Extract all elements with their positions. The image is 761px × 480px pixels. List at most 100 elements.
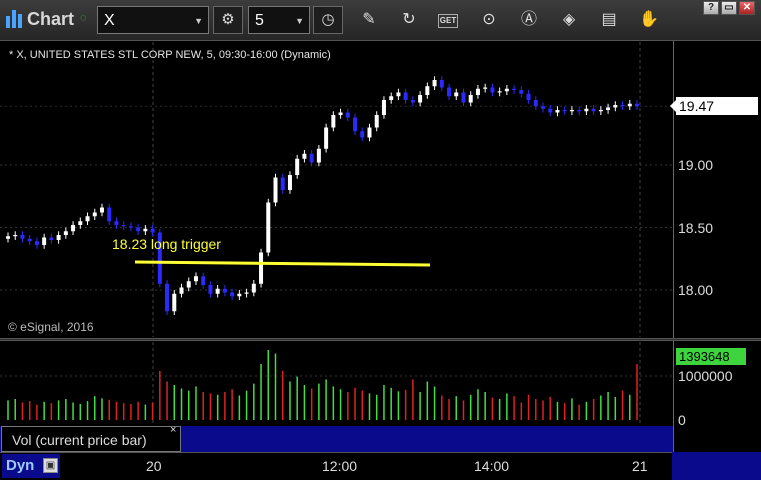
- candle-body: [475, 88, 480, 95]
- candle-body: [584, 108, 589, 112]
- candle-body: [143, 228, 148, 232]
- candle-body: [324, 127, 329, 149]
- y-tick-label: 19.00: [678, 157, 714, 173]
- candle-body: [490, 87, 495, 93]
- candle-body: [425, 86, 430, 95]
- candle-body: [526, 93, 531, 100]
- candle-body: [309, 153, 314, 163]
- candle-body: [381, 100, 386, 115]
- candle-body: [606, 107, 611, 110]
- candle-body: [396, 92, 401, 97]
- volume-study-label[interactable]: Vol (current price bar): [1, 426, 181, 452]
- candle-body: [20, 235, 25, 239]
- trigger-line: [134, 260, 431, 267]
- candle-body: [367, 127, 372, 138]
- candle-body: [627, 103, 632, 107]
- candle-body: [201, 276, 206, 285]
- candle-body: [316, 148, 321, 163]
- candle-body: [353, 117, 358, 132]
- candle-body: [136, 227, 141, 232]
- candle-body: [208, 285, 213, 294]
- dynamic-label: Dyn: [6, 457, 35, 474]
- y-tick-label: 18.00: [678, 282, 714, 298]
- candle-body: [63, 231, 68, 235]
- candle-body: [27, 238, 32, 242]
- candle-body: [237, 293, 242, 297]
- candle-body: [512, 88, 517, 90]
- candle-body: [389, 96, 394, 100]
- candle-body: [34, 241, 39, 245]
- candle-body: [42, 237, 47, 245]
- candle-body: [447, 87, 452, 97]
- candle-body: [497, 91, 502, 93]
- candle-body: [114, 221, 119, 225]
- candle-body: [128, 226, 133, 228]
- candle-body: [620, 105, 625, 107]
- candle-body: [454, 92, 459, 97]
- candle-body: [193, 276, 198, 282]
- candle-body: [49, 237, 54, 240]
- candle-body: [266, 202, 271, 253]
- trigger-annotation: 18.23 long trigger: [112, 236, 221, 252]
- candle-body: [186, 281, 191, 288]
- candle-body: [548, 108, 553, 113]
- symbol-description: * X, UNITED STATES STL CORP NEW, 5, 09:3…: [9, 49, 331, 61]
- x-tick-label: 12:00: [322, 458, 358, 474]
- candle-body: [374, 115, 379, 128]
- candle-body: [555, 110, 560, 113]
- candle-body: [483, 87, 488, 89]
- candle-body: [410, 100, 415, 103]
- candle-body: [562, 110, 567, 112]
- volume-tick-label: 1000000: [678, 368, 733, 384]
- candle-body: [504, 88, 509, 92]
- candle-body: [165, 283, 170, 312]
- last-volume-tag: 1393648: [676, 348, 746, 365]
- candle-body: [150, 228, 155, 233]
- candle-body: [432, 80, 437, 87]
- candle-body: [577, 110, 582, 112]
- candle-body: [461, 92, 466, 103]
- candle-body: [273, 177, 278, 203]
- candle-body: [259, 252, 264, 284]
- candle-body: [78, 221, 83, 225]
- last-price-tag: 19.47: [670, 97, 758, 115]
- axis-corner: [672, 452, 761, 480]
- candle-body: [172, 293, 177, 312]
- candle-body: [230, 292, 235, 297]
- candle-body: [287, 175, 292, 190]
- candle-body: [99, 207, 104, 213]
- candle-body: [222, 288, 227, 293]
- candle-body: [107, 207, 112, 222]
- candle-body: [345, 112, 350, 118]
- candle-body: [6, 236, 10, 239]
- candle-body: [569, 110, 574, 112]
- candle-body: [121, 225, 126, 227]
- candle-body: [215, 288, 220, 294]
- candle-body: [92, 212, 97, 217]
- candle-body: [280, 177, 285, 190]
- candle-body: [338, 112, 343, 115]
- lock-icon[interactable]: ▣: [43, 458, 58, 473]
- candle-body: [533, 100, 538, 107]
- candle-body: [468, 95, 473, 103]
- candle-body: [71, 225, 76, 232]
- candle-body: [519, 90, 524, 94]
- candle-body: [635, 103, 639, 107]
- volume-tick-label: 0: [678, 412, 686, 428]
- candle-body: [251, 283, 256, 293]
- x-tick-label: 14:00: [474, 458, 510, 474]
- x-tick-label: 20: [146, 458, 162, 474]
- candle-body: [591, 108, 596, 112]
- candle-body: [439, 80, 444, 88]
- candle-body: [360, 131, 365, 138]
- candle-body: [295, 158, 300, 175]
- candle-body: [302, 153, 307, 159]
- candle-body: [244, 292, 249, 294]
- candle-body: [85, 216, 90, 222]
- y-tick-label: 18.50: [678, 220, 714, 236]
- candle-body: [331, 115, 336, 128]
- candle-body: [613, 105, 618, 108]
- candle-body: [598, 110, 603, 112]
- candle-body: [403, 92, 408, 100]
- close-icon[interactable]: ×: [170, 424, 176, 436]
